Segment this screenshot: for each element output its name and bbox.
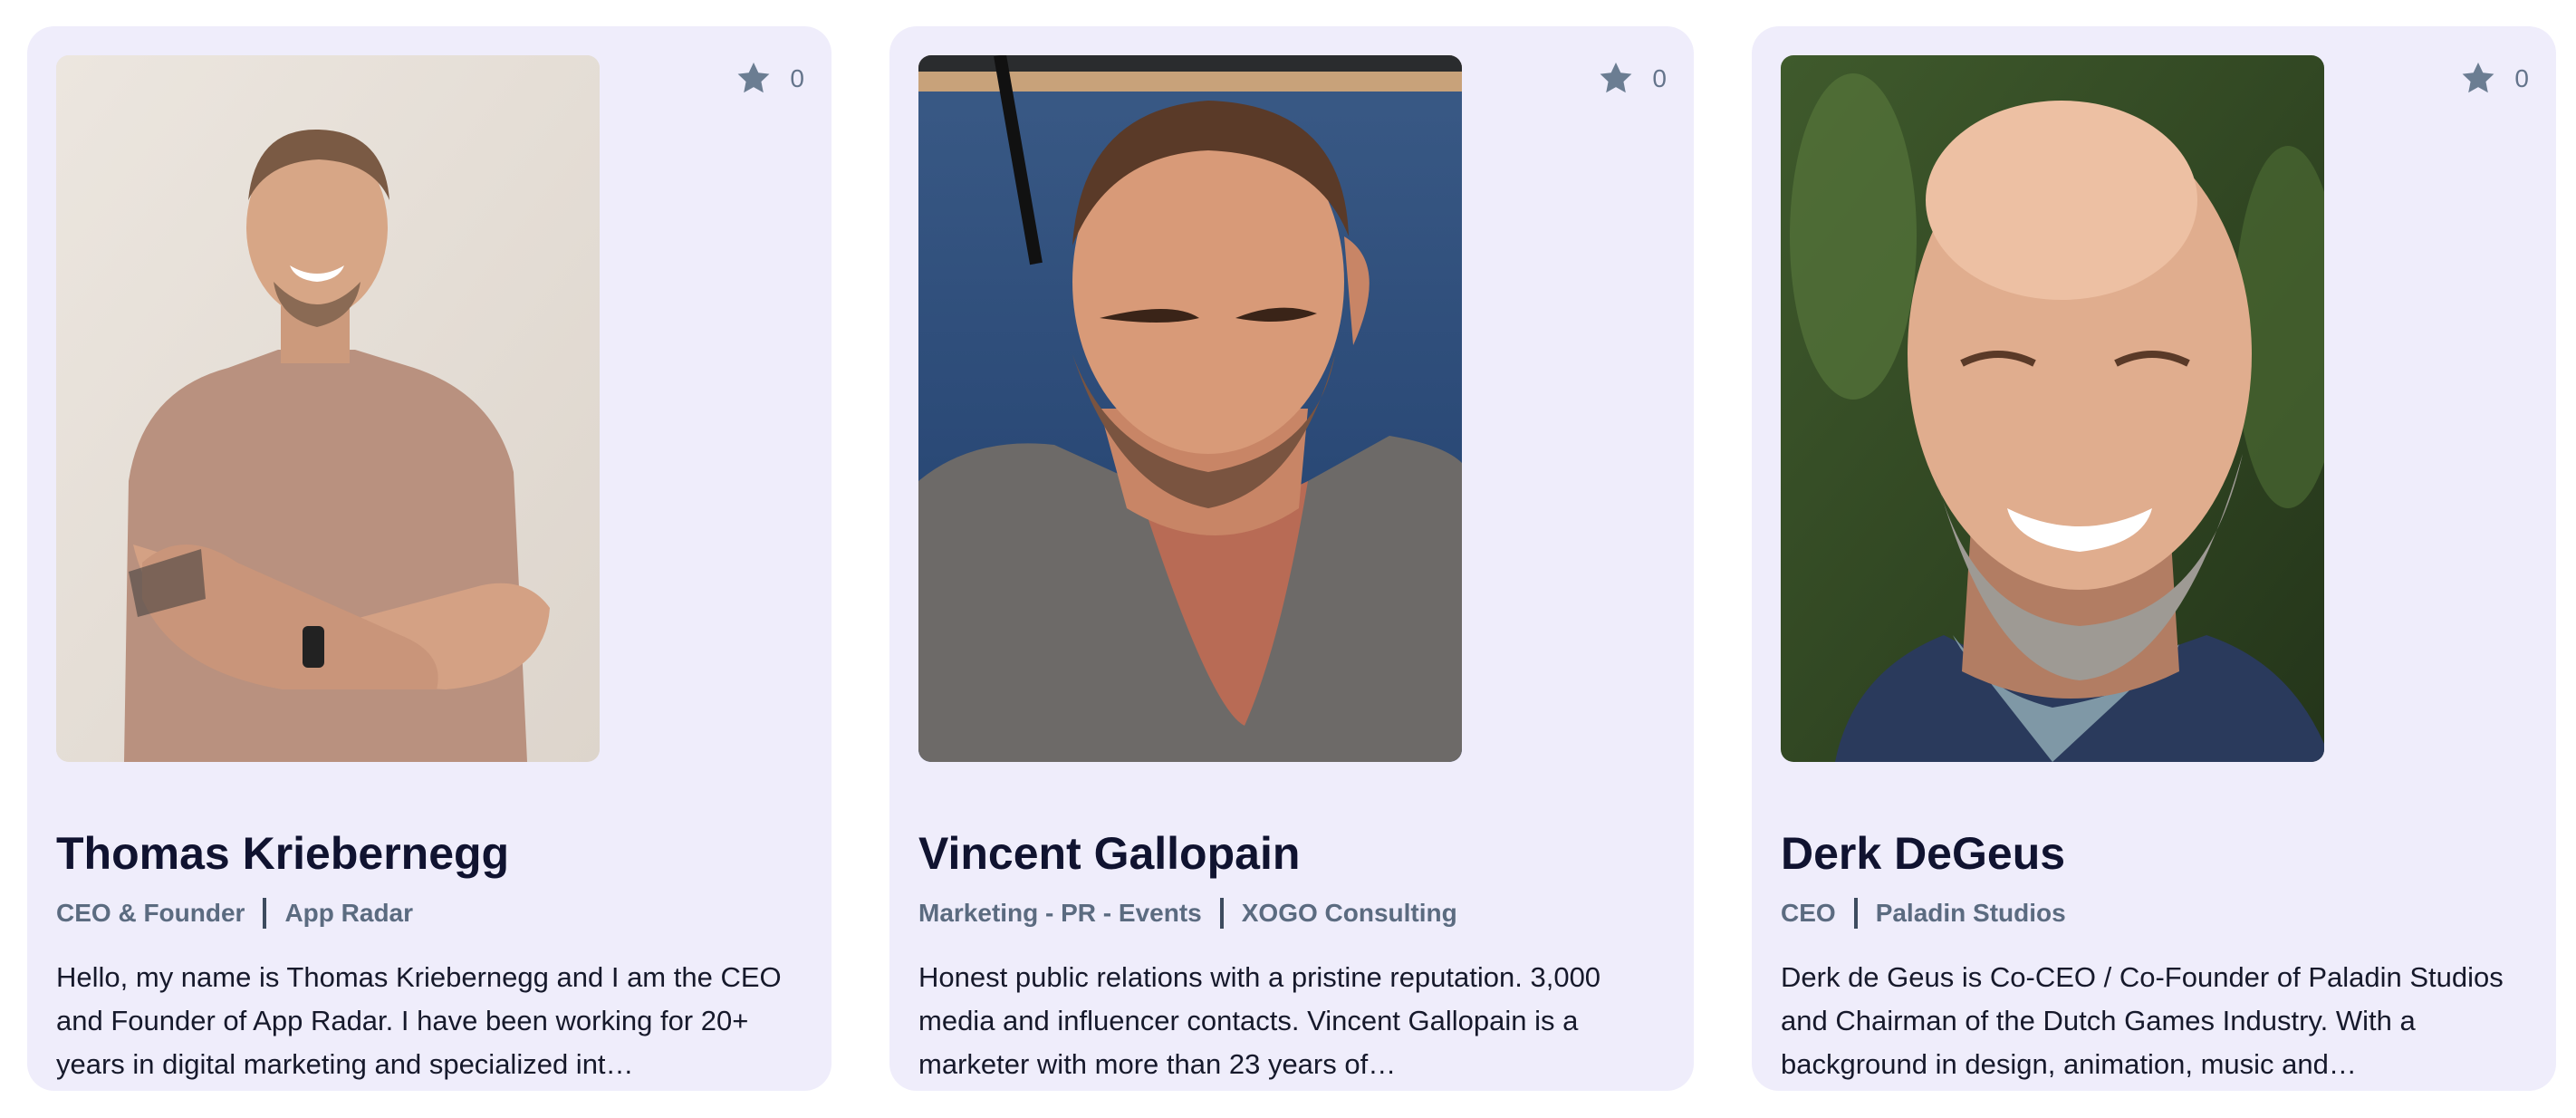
speaker-bio: Honest public relations with a pristine … xyxy=(918,961,1601,1080)
speaker-company: App Radar xyxy=(284,899,414,927)
profile-photo xyxy=(1781,55,2324,762)
star-icon xyxy=(738,63,770,93)
star-icon xyxy=(2463,63,2494,93)
profile-photo-image xyxy=(1781,55,2324,762)
speaker-name: Thomas Kriebernegg xyxy=(56,828,510,879)
speaker-meta: CEO & Founder App Radar xyxy=(56,898,413,929)
speaker-card[interactable]: 0 Thomas Kriebernegg CEO & Founder App R… xyxy=(27,26,831,1091)
speaker-bio: Hello, my name is Thomas Kriebernegg and… xyxy=(56,961,782,1080)
speaker-company: Paladin Studios xyxy=(1875,899,2066,927)
meta-divider xyxy=(1853,898,1858,929)
speaker-role: Marketing - PR - Events xyxy=(918,899,1202,927)
speaker-name: Vincent Gallopain xyxy=(918,828,1301,879)
profile-photo xyxy=(56,55,600,762)
speaker-company: XOGO Consulting xyxy=(1241,899,1457,927)
favorite-count: 0 xyxy=(2514,64,2529,92)
favorite-count: 0 xyxy=(790,64,804,92)
speaker-card-grid: 0 Thomas Kriebernegg CEO & Founder App R… xyxy=(0,0,2576,1118)
speaker-name: Derk DeGeus xyxy=(1781,828,2066,879)
star-icon xyxy=(1600,63,1632,93)
meta-divider xyxy=(1219,898,1224,929)
profile-photo-image xyxy=(918,55,1462,762)
favorite-button[interactable]: 0 xyxy=(1596,55,1667,102)
speaker-card[interactable]: 0 Vincent Gallopain Marketing - PR - Eve… xyxy=(889,26,1694,1091)
speaker-role: CEO & Founder xyxy=(56,899,245,927)
profile-photo-image xyxy=(56,55,600,762)
speaker-card[interactable]: 0 Derk DeGeus CEO Paladin Studios Derk d… xyxy=(1752,26,2556,1091)
speaker-meta: Marketing - PR - Events XOGO Consulting xyxy=(918,898,1457,929)
favorite-count: 0 xyxy=(1652,64,1667,92)
favorite-button[interactable]: 0 xyxy=(734,55,804,102)
speaker-role: CEO xyxy=(1781,899,1836,927)
meta-divider xyxy=(263,898,267,929)
profile-photo xyxy=(918,55,1462,762)
speaker-bio: Derk de Geus is Co-CEO / Co-Founder of P… xyxy=(1781,961,2504,1080)
speaker-meta: CEO Paladin Studios xyxy=(1781,898,2066,929)
favorite-button[interactable]: 0 xyxy=(2458,55,2529,102)
